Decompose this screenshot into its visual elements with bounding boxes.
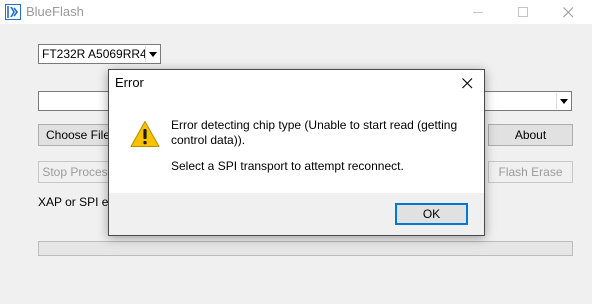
ok-button[interactable]: OK [395,203,468,225]
maximize-button[interactable] [501,0,546,24]
dialog-body: Error detecting chip type (Unable to sta… [109,96,484,193]
dialog-close-button[interactable] [450,70,484,96]
close-icon [563,7,574,18]
dialog-title: Error [115,75,144,90]
dialog-title-bar: Error [109,70,484,96]
warning-icon [130,120,160,148]
error-dialog: Error Error detecting chip type (Unable … [108,69,485,236]
spi-transport-dropdown[interactable] [556,93,570,109]
device-select-dropdown[interactable] [145,46,159,62]
dialog-message-error: Error detecting chip type (Unable to sta… [171,118,458,147]
about-button[interactable]: About [488,124,573,146]
minimize-icon [473,12,483,13]
minimize-button[interactable] [456,0,501,24]
close-icon [462,78,473,89]
device-select[interactable]: FT232R A5069RR4 [38,44,161,64]
choose-file-button[interactable]: Choose File [38,124,118,146]
flash-erase-button[interactable]: Flash Erase [488,161,573,183]
close-window-button[interactable] [546,0,591,24]
chevron-down-icon [560,99,568,104]
blueflash-window: BlueFlash FT232R A5069RR4 Choose File Ab… [0,0,592,304]
blueflash-app-icon [5,4,21,20]
dialog-message-hint: Select a SPI transport to attempt reconn… [171,159,404,173]
progress-bar [38,241,573,256]
stop-process-button[interactable]: Stop Process [38,161,118,183]
maximize-icon [518,7,528,17]
device-select-value: FT232R A5069RR4 [42,47,147,61]
title-bar: BlueFlash [0,0,592,24]
window-title: BlueFlash [26,4,84,19]
chevron-down-icon [149,52,157,57]
